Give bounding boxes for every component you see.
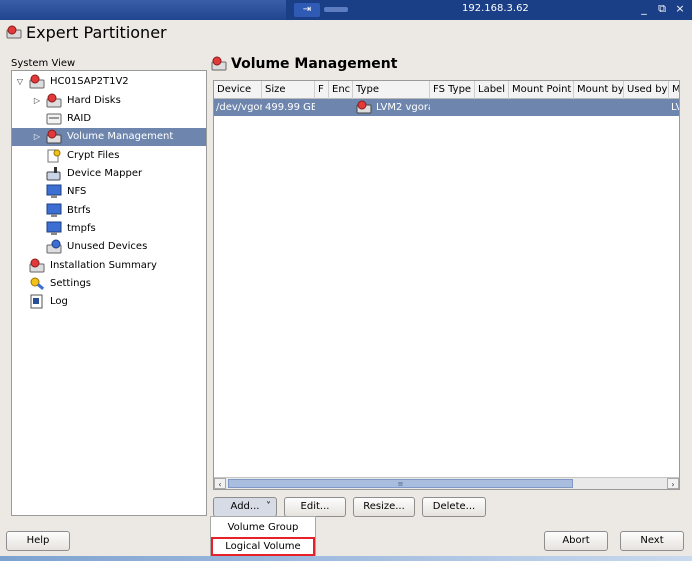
- cell-m: LV: [671, 102, 679, 113]
- cell-type: LVM2 vgora: [356, 99, 430, 116]
- table-row[interactable]: /dev/vgora 499.99 GB LVM2 vgora LV: [214, 99, 679, 116]
- host-icon: [29, 74, 45, 89]
- session-ip: 192.168.3.62: [462, 3, 529, 14]
- table-header: Device Size F Enc Type FS Type Label Mou…: [214, 81, 679, 99]
- tree-item-label: tmpfs: [67, 223, 96, 234]
- tree-item-settings[interactable]: Settings: [12, 275, 206, 293]
- column-header-fs-type[interactable]: FS Type: [430, 81, 475, 99]
- scroll-left-icon[interactable]: ‹: [214, 478, 226, 489]
- close-icon[interactable]: ×: [673, 2, 687, 15]
- tree-item-label: NFS: [67, 186, 87, 197]
- session-bar-shade: [0, 0, 286, 20]
- delete-button[interactable]: Delete...: [422, 497, 486, 517]
- tree-item-btrfs[interactable]: Btrfs: [12, 202, 206, 220]
- abort-button[interactable]: Abort: [544, 531, 608, 551]
- column-header-mount-point[interactable]: Mount Point: [509, 81, 574, 99]
- scroll-right-icon[interactable]: ›: [667, 478, 679, 489]
- summary-icon: [29, 258, 45, 273]
- add-button[interactable]: Add... ˅: [213, 497, 277, 517]
- tree-item-label: Unused Devices: [67, 241, 148, 252]
- taskbar-strip: [0, 556, 692, 561]
- tree-item-label: Volume Management: [67, 131, 174, 142]
- btrfs-icon: [46, 203, 62, 217]
- unused-icon: [46, 239, 62, 254]
- next-button[interactable]: Next: [620, 531, 684, 551]
- tree-item-nfs[interactable]: NFS: [12, 183, 206, 201]
- tmpfs-icon: [46, 221, 62, 235]
- system-view-tree[interactable]: ▽ HC01SAP2T1V2 ▷ Hard Disks RAID ▷ Volum…: [11, 70, 207, 516]
- tree-item-device-mapper[interactable]: Device Mapper: [12, 165, 206, 183]
- expand-icon[interactable]: ▷: [32, 92, 42, 110]
- crypt-icon: [47, 149, 61, 163]
- menu-item-volume-group[interactable]: Volume Group: [211, 518, 315, 537]
- tree-item-tmpfs[interactable]: tmpfs: [12, 220, 206, 238]
- tree-item-label: Log: [50, 296, 68, 307]
- column-header-device[interactable]: Device: [214, 81, 262, 99]
- settings-icon: [30, 277, 45, 290]
- system-view-label: System View: [11, 58, 76, 69]
- tree-item-hard-disks[interactable]: ▷ Hard Disks: [12, 92, 206, 110]
- column-header-label[interactable]: Label: [475, 81, 509, 99]
- tree-item-label: Settings: [50, 278, 92, 289]
- remote-session-bar: ⇥ 192.168.3.62 _ ⧉ ×: [0, 0, 692, 20]
- tree-item-crypt-files[interactable]: Crypt Files: [12, 147, 206, 165]
- column-header-used-by[interactable]: Used by: [624, 81, 669, 99]
- help-button[interactable]: Help: [6, 531, 70, 551]
- menu-item-logical-volume[interactable]: Logical Volume: [211, 537, 315, 556]
- volume-table[interactable]: Device Size F Enc Type FS Type Label Mou…: [213, 80, 680, 490]
- section-title: Volume Management: [231, 56, 398, 72]
- tree-item-label: Device Mapper: [67, 168, 143, 179]
- column-header-size[interactable]: Size: [262, 81, 315, 99]
- expand-icon[interactable]: ▷: [32, 128, 42, 146]
- column-header-mount-by[interactable]: Mount by: [574, 81, 624, 99]
- add-button-label: Add...: [230, 501, 260, 512]
- cell-device: /dev/vgora: [216, 102, 262, 113]
- tree-item-log[interactable]: Log: [12, 293, 206, 311]
- volume-icon: [46, 129, 62, 144]
- tree-item-label: Crypt Files: [67, 150, 120, 161]
- restore-icon[interactable]: ⧉: [655, 2, 669, 16]
- scrollbar-thumb[interactable]: ≡: [228, 479, 573, 488]
- collapse-icon[interactable]: ▽: [15, 73, 25, 91]
- tree-item-label: Btrfs: [67, 205, 91, 216]
- tree-item-label: Hard Disks: [67, 95, 121, 106]
- cell-size: 499.99 GB: [265, 102, 315, 113]
- raid-icon: [46, 113, 62, 125]
- column-header-m[interactable]: M: [669, 81, 679, 99]
- harddisk-app-icon: [6, 25, 22, 39]
- pin-icon[interactable]: ⇥: [294, 3, 320, 17]
- devmapper-icon: [46, 167, 61, 181]
- session-name-redacted: [324, 7, 348, 12]
- tree-item-host[interactable]: ▽ HC01SAP2T1V2: [12, 73, 206, 91]
- column-header-enc[interactable]: Enc: [329, 81, 353, 99]
- tree-item-installation-summary[interactable]: Installation Summary: [12, 257, 206, 275]
- column-header-f[interactable]: F: [315, 81, 329, 99]
- cell-type-text: LVM2 vgora: [376, 102, 430, 113]
- add-dropdown-menu: Volume Group Logical Volume: [210, 516, 316, 557]
- horizontal-scrollbar[interactable]: ‹ ≡ ›: [214, 477, 679, 489]
- tree-item-raid[interactable]: RAID: [12, 110, 206, 128]
- tree-item-label: HC01SAP2T1V2: [50, 76, 129, 87]
- page-title: Expert Partitioner: [26, 23, 167, 42]
- harddisk-icon: [46, 93, 62, 108]
- tree-item-unused-devices[interactable]: Unused Devices: [12, 238, 206, 256]
- tree-item-label: RAID: [67, 113, 92, 124]
- column-header-type[interactable]: Type: [353, 81, 430, 99]
- chevron-down-icon: ˅: [266, 501, 271, 512]
- volume-management-icon: [211, 56, 227, 71]
- nfs-icon: [46, 184, 62, 198]
- minimize-icon[interactable]: _: [637, 2, 651, 15]
- edit-button[interactable]: Edit...: [284, 497, 346, 517]
- tree-item-label: Installation Summary: [50, 260, 157, 271]
- log-icon: [30, 294, 43, 309]
- lvm-icon: [356, 100, 372, 114]
- resize-button[interactable]: Resize...: [353, 497, 415, 517]
- tree-item-volume-management[interactable]: ▷ Volume Management: [12, 128, 206, 146]
